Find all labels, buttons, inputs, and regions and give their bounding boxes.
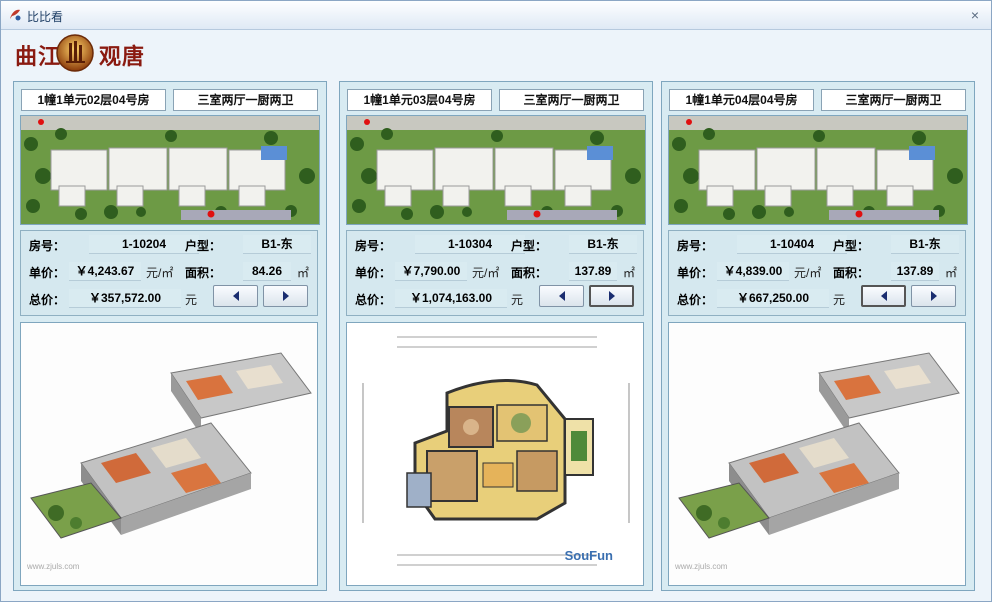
floor-plan-image: www.zjuls.com <box>20 322 318 586</box>
area-value: 84.26 <box>243 262 291 281</box>
type-label: 户型： <box>185 239 222 253</box>
close-button[interactable]: × <box>965 5 985 25</box>
site-plan-image <box>346 115 646 225</box>
room-title: 1幢1单元02层04号房 <box>21 89 166 111</box>
area-value: 137.89 <box>569 262 617 281</box>
floor-plan-image: SouFun <box>346 322 644 586</box>
room-info: 房号： 1-10304 户型： B1-东 单价： ￥7,790.00 元/㎡ 面… <box>346 230 644 316</box>
type-value: B1-东 <box>243 235 311 254</box>
arrow-right-icon <box>282 291 289 301</box>
total-label: 总价： <box>29 293 66 307</box>
area-unit: ㎡ <box>623 266 636 280</box>
prev-button[interactable] <box>539 285 584 307</box>
prev-button[interactable] <box>213 285 258 307</box>
room-info: 房号： 1-10204 户型： B1-东 单价： ￥4,243.67 元/㎡ 面… <box>20 230 318 316</box>
area-label: 面积： <box>833 266 870 280</box>
watermark: www.zjuls.com <box>27 562 80 571</box>
area-unit: ㎡ <box>945 266 958 280</box>
prev-button[interactable] <box>861 285 906 307</box>
type-value: B1-东 <box>569 235 637 254</box>
unit-price-value: ￥7,790.00 <box>395 262 467 281</box>
window-title: 比比看 <box>27 10 64 24</box>
room-no-label: 房号： <box>677 239 714 253</box>
total-unit: 元 <box>185 293 198 307</box>
next-button[interactable] <box>589 285 634 307</box>
total-label: 总价： <box>677 293 714 307</box>
room-no-value: 1-10204 <box>89 235 199 254</box>
total-value: ￥667,250.00 <box>717 289 829 308</box>
room-info: 房号： 1-10404 户型： B1-东 单价： ￥4,839.00 元/㎡ 面… <box>668 230 966 316</box>
area-label: 面积： <box>185 266 222 280</box>
type-label: 户型： <box>511 239 548 253</box>
room-layout: 三室两厅一厨两卫 <box>499 89 644 111</box>
room-panel-1: 1幢1单元02层04号房 三室两厅一厨两卫 房号： 1-10204 户型： B1… <box>13 81 327 591</box>
room-no-label: 房号： <box>29 239 66 253</box>
room-layout: 三室两厅一厨两卫 <box>173 89 318 111</box>
emblem-icon <box>56 34 94 72</box>
watermark: www.zjuls.com <box>675 562 728 571</box>
area-value: 137.89 <box>891 262 939 281</box>
unit-price-label: 单价： <box>355 266 392 280</box>
arrow-left-icon <box>880 291 887 301</box>
room-no-value: 1-10404 <box>737 235 847 254</box>
watermark: SouFun <box>564 548 613 563</box>
room-panel-3: 1幢1单元04层04号房 三室两厅一厨两卫 房号： 1-10404 户型： B1… <box>661 81 975 591</box>
title-bar[interactable]: 比比看 × <box>1 1 991 30</box>
brand-right-text: 观唐 <box>99 44 146 70</box>
site-plan-image <box>20 115 320 225</box>
unit-price-unit: 元/㎡ <box>794 266 822 280</box>
unit-price-unit: 元/㎡ <box>146 266 174 280</box>
room-panel-2: 1幢1单元03层04号房 三室两厅一厨两卫 房号： 1-10304 户型： B1… <box>339 81 653 591</box>
unit-price-value: ￥4,243.67 <box>69 262 141 281</box>
total-label: 总价： <box>355 293 392 307</box>
arrow-right-icon <box>930 291 937 301</box>
area-label: 面积： <box>511 266 548 280</box>
type-value: B1-东 <box>891 235 959 254</box>
room-title: 1幢1单元04层04号房 <box>669 89 814 111</box>
floor-plan-image: www.zjuls.com <box>668 322 966 586</box>
app-icon <box>10 9 21 21</box>
next-button[interactable] <box>911 285 956 307</box>
unit-price-value: ￥4,839.00 <box>717 262 789 281</box>
total-value: ￥357,572.00 <box>69 289 181 308</box>
brand-logo: 曲江 观唐 <box>15 33 145 75</box>
unit-price-label: 单价： <box>677 266 714 280</box>
unit-price-label: 单价： <box>29 266 66 280</box>
total-value: ￥1,074,163.00 <box>395 289 507 308</box>
room-no-label: 房号： <box>355 239 392 253</box>
site-plan-image <box>668 115 968 225</box>
arrow-left-icon <box>558 291 565 301</box>
next-button[interactable] <box>263 285 308 307</box>
room-title: 1幢1单元03层04号房 <box>347 89 492 111</box>
total-unit: 元 <box>511 293 524 307</box>
compare-window: 比比看 × 曲江 观唐 1幢1单元02层04号房 三室两厅一厨两卫 房号： 1-… <box>0 0 992 602</box>
arrow-right-icon <box>608 291 615 301</box>
arrow-left-icon <box>232 291 239 301</box>
total-unit: 元 <box>833 293 846 307</box>
unit-price-unit: 元/㎡ <box>472 266 500 280</box>
room-layout: 三室两厅一厨两卫 <box>821 89 966 111</box>
type-label: 户型： <box>833 239 870 253</box>
area-unit: ㎡ <box>297 266 310 280</box>
room-no-value: 1-10304 <box>415 235 525 254</box>
